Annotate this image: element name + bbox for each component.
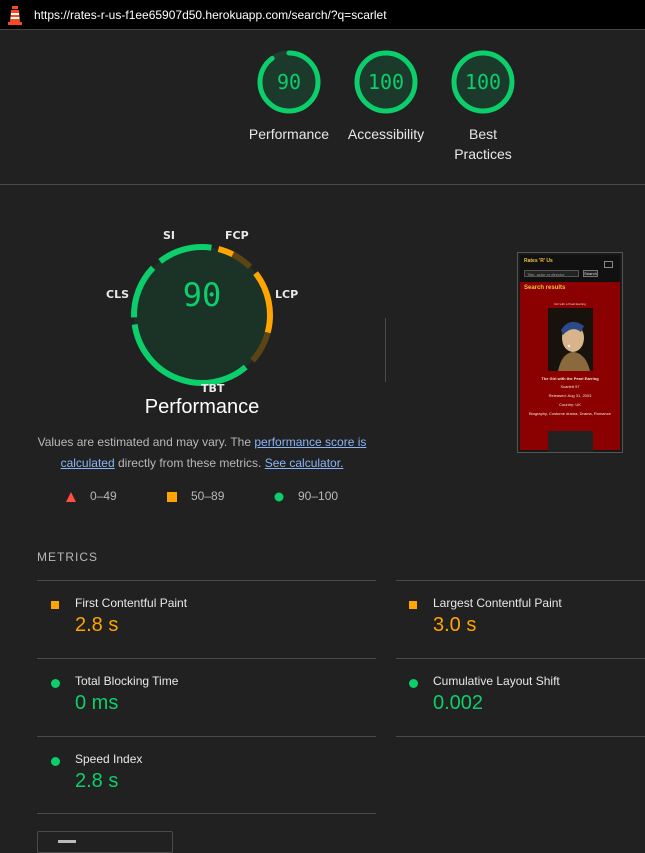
metric-value: 0 ms (75, 692, 119, 714)
final-screenshot-thumbnail[interactable]: Rates 'R' Us Title, actor or director Se… (517, 252, 623, 453)
thumb-genres: Biography, Costume drama, Drama, Romance (529, 411, 611, 416)
metric-divider (396, 736, 645, 737)
accessibility-label: Accessibility (347, 126, 425, 142)
thumb-next-poster (548, 431, 593, 452)
thumb-brand: Rates 'R' Us (524, 258, 553, 264)
performance-score-gauge[interactable]: 90 (256, 49, 322, 115)
circle-pass-icon (274, 492, 284, 502)
metric-value: 3.0 s (433, 614, 477, 636)
vertical-divider (385, 318, 386, 382)
treemap-icon (58, 840, 76, 843)
metric-value: 2.8 s (75, 614, 119, 636)
circle-pass-icon (51, 757, 60, 766)
gauge-score: 90 (276, 70, 302, 94)
label-line: Best (468, 126, 497, 142)
metric-value: 0.002 (433, 692, 484, 714)
note-text: Values are estimated and may vary. The (37, 435, 255, 449)
legend-label: 0–49 (90, 489, 117, 503)
gauge-label-tbt: TBT (201, 382, 225, 395)
metric-name: Cumulative Layout Shift (433, 674, 560, 688)
metric-divider (396, 580, 645, 581)
legend-label: 90–100 (298, 489, 339, 503)
thumb-heading: Search results (524, 285, 566, 291)
thumb-image-caption: Girl with a Pearl Earring (554, 302, 586, 306)
page-url[interactable]: https://rates-r-us-f1ee65907d50.herokuap… (34, 8, 387, 22)
hamburger-icon (604, 261, 613, 268)
score-note: Values are estimated and may vary. The p… (30, 432, 374, 474)
performance-title: Performance (144, 396, 260, 418)
thumb-search-button: Search (583, 270, 598, 277)
movie-poster-image (548, 308, 593, 371)
metric-divider (37, 736, 376, 737)
metric-name: Largest Contentful Paint (433, 596, 562, 610)
circle-pass-icon (51, 679, 60, 688)
thumb-released: Released: Aug 31, 2003 (548, 393, 592, 398)
gauge-score: 100 (367, 70, 405, 94)
metric-divider (396, 658, 645, 659)
best-practices-score-gauge[interactable]: 100 (450, 49, 516, 115)
url-bar: https://rates-r-us-f1ee65907d50.herokuap… (0, 0, 645, 30)
best-practices-label: Best Practices (433, 124, 533, 164)
gauge-score: 100 (464, 70, 502, 94)
note-text: directly from these metrics. (114, 456, 265, 470)
square-average-icon (167, 492, 177, 502)
metric-name: Speed Index (75, 752, 143, 766)
metric-name: Total Blocking Time (75, 674, 179, 688)
square-average-icon (409, 601, 417, 609)
metrics-heading: METRICS (37, 550, 98, 564)
gauge-label-lcp: LCP (275, 288, 299, 301)
metric-divider (37, 813, 376, 814)
gauge-label-si: SI (163, 229, 176, 242)
thumb-movie-title: The Girl with the Pearl Earring (541, 376, 599, 381)
gauge-label-fcp: FCP (225, 229, 249, 242)
metric-name: First Contentful Paint (75, 596, 188, 610)
label-line: Practices (454, 146, 512, 162)
legend-label: 50–89 (191, 489, 225, 503)
thumb-search-input: Title, actor or director (524, 270, 579, 277)
metric-divider (37, 658, 376, 659)
thumb-country: Country: UK (559, 402, 581, 407)
metric-value: 2.8 s (75, 770, 119, 792)
performance-metrics-gauge (131, 244, 273, 386)
circle-pass-icon (409, 679, 418, 688)
section-divider (0, 184, 645, 185)
thumb-rating: Scarlett 97 (560, 384, 580, 389)
lighthouse-icon (8, 6, 22, 25)
accessibility-score-gauge[interactable]: 100 (353, 49, 419, 115)
square-average-icon (51, 601, 59, 609)
gauge-label-cls: CLS (106, 288, 130, 301)
view-treemap-button[interactable] (37, 831, 173, 853)
metric-divider (37, 580, 376, 581)
performance-label: Performance (248, 126, 330, 142)
performance-score: 90 (182, 276, 222, 314)
see-calculator-link[interactable]: See calculator. (265, 456, 344, 470)
triangle-fail-icon (66, 492, 76, 502)
